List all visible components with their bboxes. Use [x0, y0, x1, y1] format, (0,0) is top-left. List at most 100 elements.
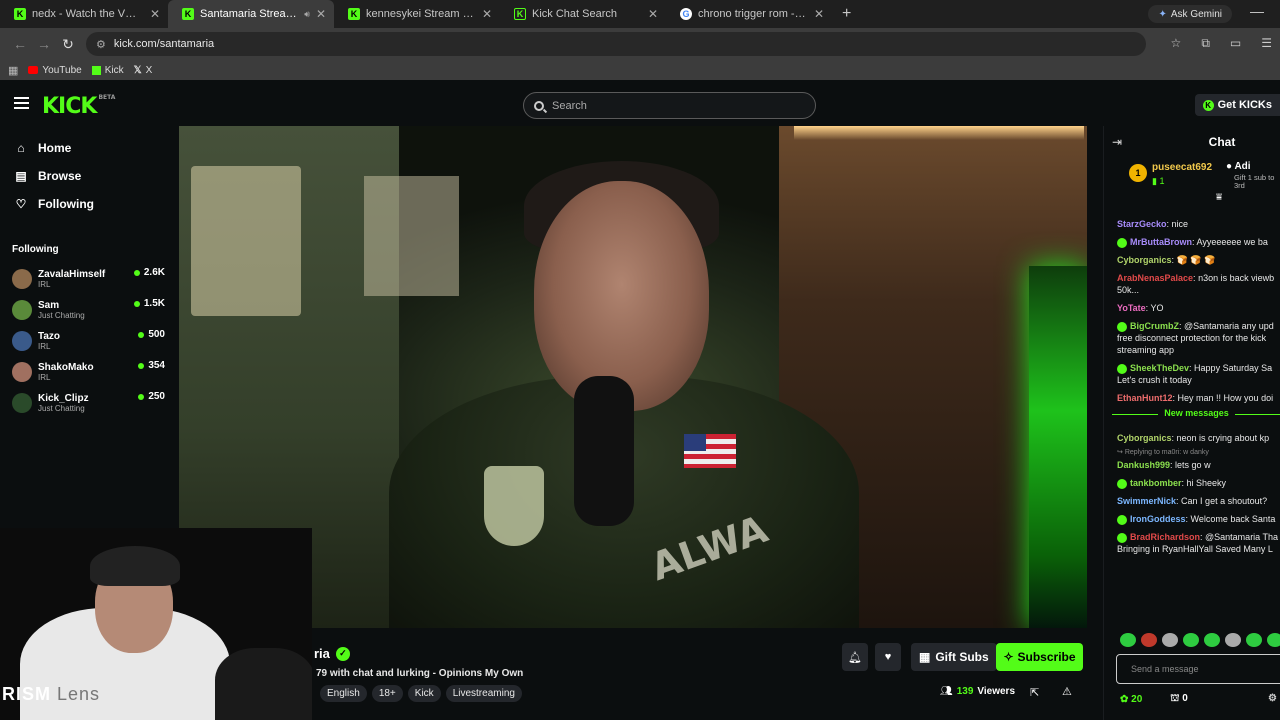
- browser-tab[interactable]: K Kick Chat Search ✕: [500, 0, 666, 28]
- emote-icon[interactable]: [1267, 633, 1280, 647]
- close-tab-icon[interactable]: ✕: [150, 7, 160, 21]
- chat-username[interactable]: StarzGecko: [1117, 219, 1167, 229]
- channel-points[interactable]: ✿ 20: [1120, 694, 1142, 705]
- channel-name: Sam: [38, 299, 60, 311]
- tab-title: chrono trigger rom - Google Se: [698, 8, 808, 20]
- pinned-user-name[interactable]: ● Adi: [1226, 161, 1251, 172]
- tag-livestreaming[interactable]: Livestreaming: [445, 685, 522, 702]
- close-tab-icon[interactable]: ✕: [648, 7, 658, 21]
- kick-header: KICKBETA KGet KICKs: [0, 84, 1280, 126]
- url-field[interactable]: ⚙ kick.com/santamaria: [86, 32, 1146, 56]
- top-gifter-name[interactable]: puseecat692: [1152, 162, 1212, 173]
- chat-text: @Santamaria any upd: [1184, 321, 1274, 331]
- kick-logo[interactable]: KICK BETA: [42, 94, 115, 119]
- browser-tab[interactable]: Gchrono trigger rom - Google Se ✕: [666, 0, 832, 28]
- hamburger-menu-icon[interactable]: [14, 97, 29, 109]
- browser-tab[interactable]: Knedx - Watch the VOD on Kick ✕: [0, 0, 168, 28]
- channel-category: IRL: [38, 279, 51, 289]
- sidebar-item-browse[interactable]: ▤ Browse: [0, 162, 179, 190]
- chat-text-continued: 50k...: [1117, 285, 1140, 295]
- browser-tab[interactable]: K Santamaria Stream - Watch 🔊︎ ✕: [168, 0, 334, 28]
- browser-tab[interactable]: Kkennesykei Stream - Watch Live ✕: [334, 0, 500, 28]
- emote-icon[interactable]: [1246, 633, 1262, 647]
- close-tab-icon[interactable]: ✕: [316, 7, 326, 21]
- chat-username[interactable]: Dankush999: [1117, 460, 1170, 470]
- chat-text: Welcome back Santa: [1190, 514, 1276, 524]
- apps-grid-icon[interactable]: ▦: [8, 64, 18, 77]
- search-bar[interactable]: [523, 92, 816, 119]
- emote-icon[interactable]: [1120, 633, 1136, 647]
- notification-bell-button[interactable]: 🔔︎: [842, 643, 868, 671]
- channel-name: Tazo: [38, 330, 61, 342]
- chat-username[interactable]: EthanHunt12: [1117, 393, 1173, 403]
- chat-username[interactable]: tankbomber: [1130, 478, 1182, 488]
- followed-channel[interactable]: Sam Just Chatting 1.5K: [0, 294, 179, 325]
- chat-username[interactable]: ArabNenasPalace: [1117, 273, 1193, 283]
- chat-username[interactable]: SwimmerNick: [1117, 496, 1176, 506]
- chat-settings-icon[interactable]: ⚙: [1268, 693, 1277, 704]
- chat-username[interactable]: BigCrumbZ: [1130, 321, 1179, 331]
- chat-message-input[interactable]: [1131, 664, 1251, 674]
- video-player[interactable]: ALWA: [179, 126, 1087, 628]
- tag-18plus[interactable]: 18+: [371, 685, 403, 702]
- subscribe-button[interactable]: ✧ Subscribe: [996, 643, 1083, 671]
- forward-icon[interactable]: →: [32, 36, 56, 52]
- emote-icon[interactable]: [1183, 633, 1199, 647]
- followed-channel[interactable]: Kick_Clipz Just Chatting 250: [0, 387, 179, 418]
- chat-text-continued: Let's crush it today: [1117, 375, 1192, 385]
- ask-gemini-button[interactable]: ✦ Ask Gemini: [1148, 5, 1232, 23]
- new-tab-button[interactable]: +: [842, 5, 851, 23]
- emote-icon[interactable]: [1204, 633, 1220, 647]
- tag-kick[interactable]: Kick: [407, 685, 441, 702]
- get-kicks-button[interactable]: K Get KICKs: [1194, 94, 1280, 116]
- sidepanel-icon[interactable]: ▭: [1230, 36, 1241, 51]
- extensions-icon[interactable]: ⧉: [1201, 36, 1210, 51]
- followed-channel[interactable]: Tazo IRL 500: [0, 325, 179, 356]
- channel-name: Kick_Clipz: [38, 392, 89, 404]
- close-tab-icon[interactable]: ✕: [814, 7, 824, 21]
- new-messages-divider[interactable]: New messages: [1112, 408, 1280, 428]
- chat-input-box[interactable]: [1116, 654, 1280, 684]
- close-tab-icon[interactable]: ✕: [482, 7, 492, 21]
- chat-message: StarzGecko: nice: [1117, 219, 1189, 229]
- minimize-window-button[interactable]: —: [1250, 3, 1264, 19]
- chat-username[interactable]: BradRichardson: [1130, 532, 1200, 542]
- video-cabinet-light: [794, 126, 1084, 140]
- sidebar-item-home[interactable]: ⌂ Home: [0, 134, 179, 162]
- share-icon[interactable]: ⇱: [1030, 686, 1039, 699]
- tab-audio-icon[interactable]: 🔊︎: [304, 9, 310, 20]
- kick-favicon-icon: K: [348, 8, 360, 20]
- bookmark-youtube[interactable]: YouTube: [28, 65, 82, 76]
- chat-username[interactable]: IronGoddess: [1130, 514, 1186, 524]
- drops-counter[interactable]: ⛫ 0: [1170, 693, 1188, 706]
- menu-icon[interactable]: ☰: [1261, 36, 1272, 51]
- tag-english[interactable]: English: [320, 685, 367, 702]
- chat-username[interactable]: SheekTheDev: [1130, 363, 1189, 373]
- sidebar-item-following[interactable]: ♡ Following: [0, 190, 179, 218]
- back-icon[interactable]: ←: [8, 36, 32, 52]
- chat-username[interactable]: MrButtaBrown: [1130, 237, 1192, 247]
- chat-username[interactable]: YoTate: [1117, 303, 1146, 313]
- bookmark-star-icon[interactable]: ☆: [1171, 36, 1182, 51]
- video-shirt-flag: [684, 434, 736, 468]
- channel-viewers: 1.5K: [133, 298, 165, 309]
- video-shirt-patch: [484, 466, 544, 546]
- emote-icon[interactable]: [1225, 633, 1241, 647]
- follow-heart-button[interactable]: ♥: [875, 643, 901, 671]
- chat-filter-icon[interactable]: ⩸: [1216, 192, 1222, 203]
- followed-channel[interactable]: ShakoMako IRL 354: [0, 356, 179, 387]
- gift-subs-button[interactable]: ▦ Gift Subs: [911, 643, 997, 671]
- streamer-name[interactable]: ria ✓: [314, 646, 350, 661]
- emote-icon[interactable]: [1162, 633, 1178, 647]
- emote-icon[interactable]: [1141, 633, 1157, 647]
- chat-username[interactable]: Cyborganics: [1117, 255, 1172, 265]
- site-info-icon[interactable]: ⚙: [96, 38, 106, 51]
- chat-username[interactable]: Cyborganics: [1117, 433, 1172, 443]
- followed-channel[interactable]: ZavalaHimself IRL 2.6K: [0, 263, 179, 294]
- report-warning-icon[interactable]: ⚠: [1062, 685, 1072, 698]
- bookmark-kick[interactable]: Kick: [91, 65, 124, 76]
- bookmark-x[interactable]: 𝕏X: [134, 65, 153, 76]
- reload-icon[interactable]: ↻: [56, 36, 80, 53]
- search-input[interactable]: [552, 99, 792, 112]
- chat-text: Can I get a shoutout?: [1181, 496, 1268, 506]
